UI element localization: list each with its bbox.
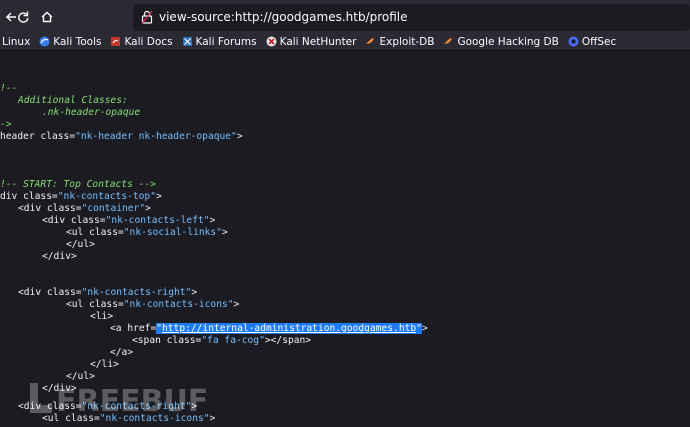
tag-name: header bbox=[0, 131, 35, 142]
source-line: <div class="nk-contacts-left"> bbox=[42, 215, 216, 226]
attr-value: "nk-social-links" bbox=[123, 227, 222, 238]
source-line: </a> bbox=[110, 347, 133, 359]
attr-name: class bbox=[166, 335, 196, 346]
bookmark-label: Kali NetHunter bbox=[279, 35, 357, 48]
reload-icon bbox=[18, 11, 29, 23]
browser-toolbar: view-source:http://goodgames.htb/profile bbox=[0, 0, 690, 33]
attr-value: "nk-contacts-icons" bbox=[123, 299, 234, 310]
url-text[interactable]: view-source:http://goodgames.htb/profile bbox=[159, 10, 408, 24]
nethunter-icon bbox=[266, 36, 277, 47]
attr-value: "nk-contacts-left" bbox=[105, 215, 210, 226]
kali-icon bbox=[39, 36, 50, 47]
comment-text: -> bbox=[0, 119, 12, 130]
bookmark-label: Kali Tools bbox=[53, 35, 102, 48]
attr-name: class bbox=[46, 287, 76, 298]
source-line: Additional Classes: bbox=[18, 95, 128, 107]
source-line: <ul class="nk-social-links"> bbox=[66, 227, 228, 238]
tag-name: div bbox=[0, 191, 18, 202]
bookmark-label: Google Hacking DB bbox=[457, 35, 559, 48]
comment-text: Additional Classes: bbox=[18, 95, 128, 106]
bookmark-kali-nethunter[interactable]: Kali NetHunter bbox=[266, 35, 357, 48]
source-line: <li> bbox=[90, 311, 113, 323]
bookmark-kali-forums[interactable]: Kali Forums bbox=[182, 36, 257, 48]
bookmark-label: OffSec bbox=[581, 35, 617, 48]
bookmarks-bar: Linux Kali Tools Kali Docs Kali Forums K… bbox=[0, 33, 690, 51]
bookmark-google-hacking-db[interactable]: Google Hacking DB bbox=[443, 35, 559, 48]
reload-button[interactable] bbox=[12, 6, 34, 28]
attr-value: "container" bbox=[81, 203, 146, 214]
attr-value: "nk-contacts-right" bbox=[81, 287, 192, 298]
source-line: <span class="fa fa-cog"></span> bbox=[132, 335, 312, 346]
bookmark-exploit-db[interactable]: Exploit-DB bbox=[365, 36, 434, 48]
comment-text: !-- bbox=[0, 83, 18, 94]
source-view: !-- Additional Classes: .nk-header-opaqu… bbox=[0, 51, 690, 427]
watermark-text: FREEBUF bbox=[56, 384, 208, 417]
attr-value: "fa fa-cog" bbox=[201, 335, 265, 346]
source-line: <a href="http://internal-administration.… bbox=[110, 323, 428, 334]
source-line: </div> bbox=[42, 251, 77, 263]
source-line: !-- START: Top Contacts --> bbox=[0, 179, 156, 191]
source-line: <ul class="nk-contacts-icons"> bbox=[66, 299, 240, 310]
bookmark-label: Linux bbox=[2, 35, 31, 48]
bookmark-kali-tools[interactable]: Kali Tools bbox=[39, 36, 101, 48]
bookmark-label: Kali Docs bbox=[124, 35, 173, 48]
exploit-db-icon bbox=[444, 38, 453, 44]
tag-text: </div> bbox=[42, 251, 77, 262]
bookmark-label: Exploit-DB bbox=[379, 35, 435, 48]
source-link[interactable]: http://internal-administration.goodgames… bbox=[162, 323, 417, 334]
source-line: </ul> bbox=[66, 239, 95, 251]
attr-name: href bbox=[127, 323, 151, 334]
attr-name: class bbox=[89, 227, 118, 238]
tag-text: </ul> bbox=[66, 239, 95, 250]
attr-value: "nk-contacts-top" bbox=[57, 191, 156, 202]
attr-name: class bbox=[40, 131, 70, 142]
freebuf-watermark: FREEBUF bbox=[30, 383, 208, 417]
source-line: <div class="nk-contacts-right"> bbox=[18, 287, 198, 298]
page-info-icon[interactable] bbox=[141, 10, 153, 24]
home-button[interactable] bbox=[36, 6, 58, 28]
attr-name: class bbox=[89, 299, 118, 310]
offsec-icon bbox=[568, 36, 579, 47]
bookmark-label: Kali Forums bbox=[195, 35, 257, 48]
source-line: div class="nk-contacts-top"> bbox=[0, 191, 162, 202]
tag-text: </li> bbox=[90, 359, 119, 370]
source-line: .nk-header-opaque bbox=[42, 107, 140, 119]
tag-text: </a> bbox=[110, 347, 134, 358]
attr-value: "nk-header nk-header-opaque" bbox=[75, 131, 237, 142]
attr-name: class bbox=[46, 203, 76, 214]
kali-forums-icon bbox=[182, 37, 192, 46]
source-line: -> bbox=[0, 119, 12, 131]
attr-name: class bbox=[23, 191, 52, 202]
source-line: !-- bbox=[0, 83, 17, 95]
bookmark-linux[interactable]: Linux bbox=[2, 36, 30, 48]
bookmark-kali-docs[interactable]: Kali Docs bbox=[110, 35, 173, 48]
source-line: <div class="container"> bbox=[18, 203, 151, 214]
comment-text: .nk-header-opaque bbox=[42, 107, 141, 118]
address-bar[interactable]: view-source:http://goodgames.htb/profile bbox=[133, 4, 690, 31]
bookmark-offsec[interactable]: OffSec bbox=[568, 36, 616, 48]
exploit-db-icon bbox=[366, 38, 375, 44]
tag-text: <li> bbox=[90, 311, 114, 322]
attr-name: class bbox=[70, 215, 100, 226]
comment-text: !-- START: Top Contacts --> bbox=[0, 179, 156, 190]
kali-docs-icon bbox=[111, 37, 121, 46]
home-icon bbox=[41, 11, 53, 23]
source-line: header class="nk-header nk-header-opaque… bbox=[0, 131, 243, 142]
source-line: </li> bbox=[90, 359, 119, 371]
